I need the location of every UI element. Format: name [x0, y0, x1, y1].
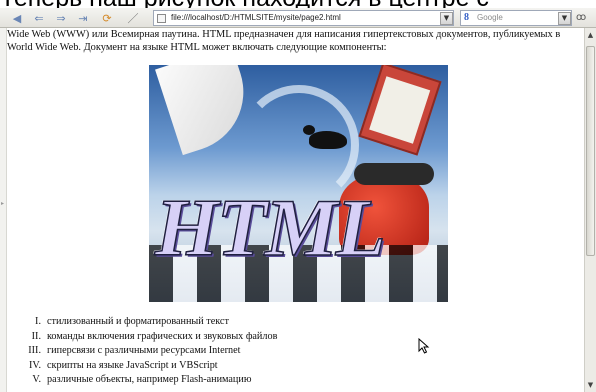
scrollbar-thumb[interactable]	[586, 46, 595, 256]
list-item: II. команды включения графических и звуко…	[7, 330, 507, 345]
back-history-icon[interactable]: ⇐	[30, 10, 48, 26]
list-text: различные объекты, например Flash-анимац…	[47, 374, 252, 385]
reload-icon[interactable]: ⟳	[98, 10, 116, 26]
search-input[interactable]: Google	[477, 11, 503, 25]
list-number: I.	[35, 316, 41, 327]
html-illustration: HTML	[149, 65, 448, 302]
back-arrow-icon[interactable]: ◀	[8, 10, 26, 26]
list-text: стилизованный и форматированный текст	[47, 316, 229, 327]
page-content: Wide Web (WWW) или Всемирная паутина. HT…	[7, 28, 584, 392]
address-bar[interactable]: file:///localhost/D:/HTMLSITE/mysite/pag…	[153, 10, 454, 26]
list-number: III.	[28, 345, 41, 356]
left-gutter: ▸	[0, 28, 7, 392]
list-number: II.	[31, 330, 41, 342]
page-icon	[157, 14, 166, 23]
list-text: скрипты на языке JavaScript и VBScript	[47, 359, 218, 371]
vertical-scrollbar[interactable]: ▲ ▼	[584, 28, 596, 392]
gutter-arrow-icon: ▸	[1, 200, 5, 207]
list-item: III. гиперсвязи с различными ресурсами In…	[7, 344, 507, 359]
forward-arrow-icon[interactable]: ⇒	[52, 10, 70, 26]
glasses-icon[interactable]: ꝏ	[576, 10, 594, 26]
list-text: гиперсвязи с различными ресурсами Intern…	[47, 345, 241, 356]
mouse-cursor-icon	[418, 338, 430, 354]
search-bar[interactable]: 8 Google ▼	[460, 10, 572, 26]
google-icon[interactable]: 8	[464, 13, 474, 23]
list-number: IV.	[29, 359, 41, 371]
address-text: file:///localhost/D:/HTMLSITE/mysite/pag…	[171, 13, 341, 22]
browser-toolbar: ◀ ⇐ ⇒ ⇥ ⟳ ／ file:///localhost/D:/HTMLSIT…	[0, 8, 596, 28]
home-icon[interactable]: ⇥	[74, 10, 92, 26]
list-item: V. различные объекты, например Flash-аним…	[7, 373, 507, 388]
scroll-up-icon[interactable]: ▲	[585, 28, 596, 42]
list-item: IV. скрипты на языке JavaScript и VBScrip…	[7, 359, 507, 374]
list-number: V.	[32, 374, 41, 385]
intro-paragraph: Wide Web (WWW) или Всемирная паутина. HT…	[7, 29, 561, 53]
components-list: I. стилизованный и форматированный текст …	[7, 315, 507, 388]
clipboard-graphic	[358, 65, 442, 156]
list-item: I. стилизованный и форматированный текст	[7, 315, 507, 330]
stop-icon[interactable]: ／	[124, 10, 142, 26]
address-dropdown-button[interactable]: ▼	[440, 12, 453, 25]
scroll-down-icon[interactable]: ▼	[585, 378, 596, 392]
list-text: команды включения графических и звуковых…	[47, 330, 278, 342]
search-dropdown-button[interactable]: ▼	[558, 12, 571, 25]
html-logo-text: HTML	[154, 182, 386, 273]
cat-graphic	[309, 131, 347, 149]
